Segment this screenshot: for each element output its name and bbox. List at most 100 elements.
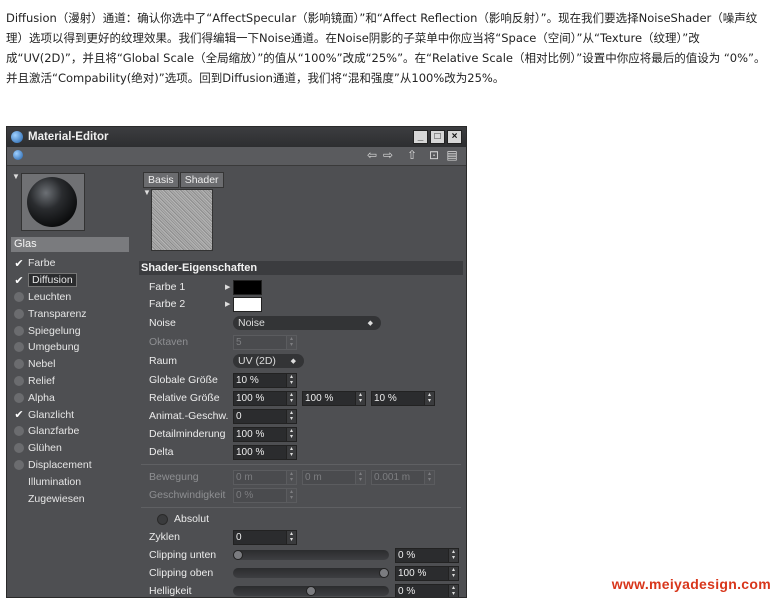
detailminderung-field[interactable]: 100 % ▴▾ [233,427,297,442]
absolut-row: Absolut [157,511,209,527]
spinner-icon[interactable]: ▴▾ [286,446,296,459]
tab-shader[interactable]: Shader [180,172,224,188]
channel-toggle[interactable] [13,392,25,404]
globale-groesse-field[interactable]: 10 % ▴▾ [233,373,297,388]
channel-toggle[interactable] [13,425,25,437]
spinner-icon[interactable]: ▴▾ [286,410,296,423]
checkmark-icon[interactable]: ✔ [13,409,25,421]
spinner-icon[interactable]: ▴▾ [355,392,365,405]
channel-toggle[interactable] [13,291,25,303]
channel-item[interactable]: Alpha [11,389,129,406]
lock-icon[interactable]: ⊡ [427,149,441,162]
channel-toggle[interactable] [13,358,25,370]
channel-toggle-dot[interactable] [14,443,24,453]
channel-item[interactable]: Relief [11,373,129,390]
helligkeit-value: 0 % [398,586,415,597]
relative-z-field[interactable]: 10 % ▴▾ [371,391,435,406]
channel-toggle[interactable] [13,375,25,387]
spinner-icon[interactable]: ▴▾ [286,428,296,441]
channel-label: Illumination [28,476,81,488]
channel-label: Glühen [28,442,62,454]
delta-field[interactable]: 100 % ▴▾ [233,445,297,460]
spinner-icon: ▴▾ [286,336,296,349]
noise-select[interactable]: Noise ◆ [233,316,381,330]
raum-select[interactable]: UV (2D) ◆ [233,354,304,368]
maximize-icon[interactable]: □ [430,130,445,144]
material-name[interactable]: Glas [11,237,129,252]
spinner-icon[interactable]: ▴▾ [448,549,458,562]
zyklen-field[interactable]: 0 ▴▾ [233,530,297,545]
checkmark-icon[interactable]: ✔ [13,257,25,269]
close-icon[interactable]: × [447,130,462,144]
channel-item[interactable]: ✔Farbe [11,255,129,272]
relative-x-field[interactable]: 100 % ▴▾ [233,391,297,406]
checkmark-icon[interactable]: ✔ [13,274,25,286]
expand-triangle-icon[interactable]: ▶ [225,283,230,291]
clipping-oben-value: 100 % [398,568,426,579]
channel-item[interactable]: Glühen [11,440,129,457]
material-preview[interactable]: ▼ [21,173,85,231]
channel-toggle-dot[interactable] [14,460,24,470]
bewegung-label: Bewegung [149,471,233,483]
channel-item[interactable]: Spiegelung [11,322,129,339]
channel-toggle-dot[interactable] [14,376,24,386]
animat-field[interactable]: 0 ▴▾ [233,409,297,424]
channel-item[interactable]: Glanzfarbe [11,423,129,440]
spinner-icon[interactable]: ▴▾ [448,567,458,580]
farbe2-swatch[interactable] [233,297,262,312]
spinner-icon[interactable]: ▴▾ [286,531,296,544]
channel-toggle-dot[interactable] [14,359,24,369]
slider-knob[interactable] [233,550,243,560]
dropdown-arrow-icon: ◆ [291,357,296,365]
clipping-unten-field[interactable]: 0 % ▴▾ [395,548,459,563]
helligkeit-slider[interactable] [233,586,389,596]
channel-item[interactable]: Illumination [11,473,129,490]
clipping-oben-field[interactable]: 100 % ▴▾ [395,566,459,581]
minimize-icon[interactable]: _ [413,130,428,144]
relative-z-value: 10 % [374,393,397,404]
back-arrow-icon[interactable]: ⇦ [365,149,379,162]
bewegung-x-value: 0 m [236,472,253,483]
channel-toggle-dot[interactable] [14,309,24,319]
tab-basis[interactable]: Basis [143,172,179,188]
new-window-icon[interactable]: ▤ [445,149,459,162]
expand-triangle-icon[interactable]: ▶ [225,300,230,308]
forward-arrow-icon[interactable]: ⇨ [381,149,395,162]
clipping-oben-slider[interactable] [233,568,389,578]
channel-panel: ▼ Glas ✔Farbe✔DiffusionLeuchtenTranspare… [7,167,131,597]
relative-y-field[interactable]: 100 % ▴▾ [302,391,366,406]
channel-item[interactable]: Displacement [11,457,129,474]
channel-item[interactable]: Transparenz [11,305,129,322]
channel-item[interactable]: Leuchten [11,289,129,306]
channel-toggle-dot[interactable] [14,326,24,336]
channel-toggle[interactable] [13,442,25,454]
bewegung-z-field: 0.001 m ▴▾ [371,470,435,485]
channel-toggle[interactable] [13,308,25,320]
preview-menu-arrow-icon[interactable]: ▼ [12,172,20,181]
channel-item[interactable]: ✔Glanzlicht [11,406,129,423]
slider-knob[interactable] [306,586,316,596]
channel-toggle-dot[interactable] [14,393,24,403]
channel-item[interactable]: Umgebung [11,339,129,356]
channel-toggle-dot[interactable] [14,292,24,302]
spinner-icon[interactable]: ▴▾ [286,374,296,387]
channel-toggle-dot[interactable] [14,342,24,352]
channel-item[interactable]: Nebel [11,356,129,373]
channel-toggle[interactable] [13,459,25,471]
spinner-icon[interactable]: ▴▾ [424,392,434,405]
noise-preview-menu-arrow-icon[interactable]: ▼ [143,188,151,197]
noise-select-value: Noise [238,317,265,329]
noise-preview[interactable]: ▼ [151,189,213,251]
slider-knob[interactable] [379,568,389,578]
spinner-icon[interactable]: ▴▾ [286,392,296,405]
channel-toggle[interactable] [13,341,25,353]
channel-toggle[interactable] [13,325,25,337]
up-arrow-icon[interactable]: ⇧ [405,149,419,162]
absolut-radio[interactable] [157,514,168,525]
farbe1-swatch[interactable] [233,280,262,295]
channel-toggle-dot[interactable] [14,426,24,436]
channel-item[interactable]: Zugewiesen [11,490,129,507]
channel-item[interactable]: ✔Diffusion [11,272,129,289]
clipping-unten-slider[interactable] [233,550,389,560]
material-icon[interactable] [13,150,23,160]
